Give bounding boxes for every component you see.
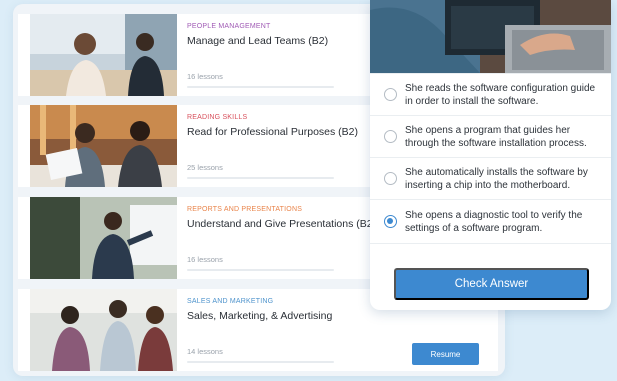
quiz-card: She reads the software configuration gui… xyxy=(370,0,611,310)
answer-option[interactable]: She automatically installs the software … xyxy=(370,157,611,200)
radio-button[interactable] xyxy=(384,88,397,101)
course-title[interactable]: Read for Professional Purposes (B2) xyxy=(187,126,358,138)
answer-text: She automatically installs the software … xyxy=(405,167,588,191)
check-answer-button[interactable]: Check Answer xyxy=(394,268,589,300)
course-title[interactable]: Sales, Marketing, & Advertising xyxy=(187,310,332,322)
progress-bar xyxy=(187,269,334,271)
course-thumbnail xyxy=(30,289,177,371)
answer-option-selected[interactable]: She opens a diagnostic tool to verify th… xyxy=(370,199,611,244)
answer-option[interactable]: She opens a program that guides her thro… xyxy=(370,115,611,158)
course-thumbnail xyxy=(30,105,177,187)
lesson-count: 25 lessons xyxy=(187,163,223,172)
progress-bar xyxy=(187,86,334,88)
course-thumbnail xyxy=(30,14,177,96)
progress-bar xyxy=(187,177,334,179)
lesson-count: 16 lessons xyxy=(187,255,223,264)
lesson-count: 14 lessons xyxy=(187,347,223,356)
course-category: People Management xyxy=(187,23,271,30)
course-thumbnail xyxy=(30,197,177,279)
radio-button[interactable] xyxy=(384,172,397,185)
resume-button[interactable]: Resume xyxy=(412,343,479,365)
quiz-hero-image xyxy=(370,0,611,73)
course-category: Sales and Marketing xyxy=(187,298,274,305)
radio-button-selected[interactable] xyxy=(384,215,397,228)
course-category: Reading Skills xyxy=(187,114,248,121)
progress-bar xyxy=(187,361,334,363)
course-title[interactable]: Manage and Lead Teams (B2) xyxy=(187,35,328,47)
answer-text: She reads the software configuration gui… xyxy=(405,83,596,107)
lesson-count: 16 lessons xyxy=(187,72,223,81)
course-category: Reports and Presentations xyxy=(187,206,303,213)
radio-button[interactable] xyxy=(384,130,397,143)
answer-text: She opens a diagnostic tool to verify th… xyxy=(405,210,583,234)
answer-option[interactable]: She reads the software configuration gui… xyxy=(370,73,611,116)
answer-text: She opens a program that guides her thro… xyxy=(405,125,587,149)
course-title[interactable]: Understand and Give Presentations (B2) xyxy=(187,218,376,230)
